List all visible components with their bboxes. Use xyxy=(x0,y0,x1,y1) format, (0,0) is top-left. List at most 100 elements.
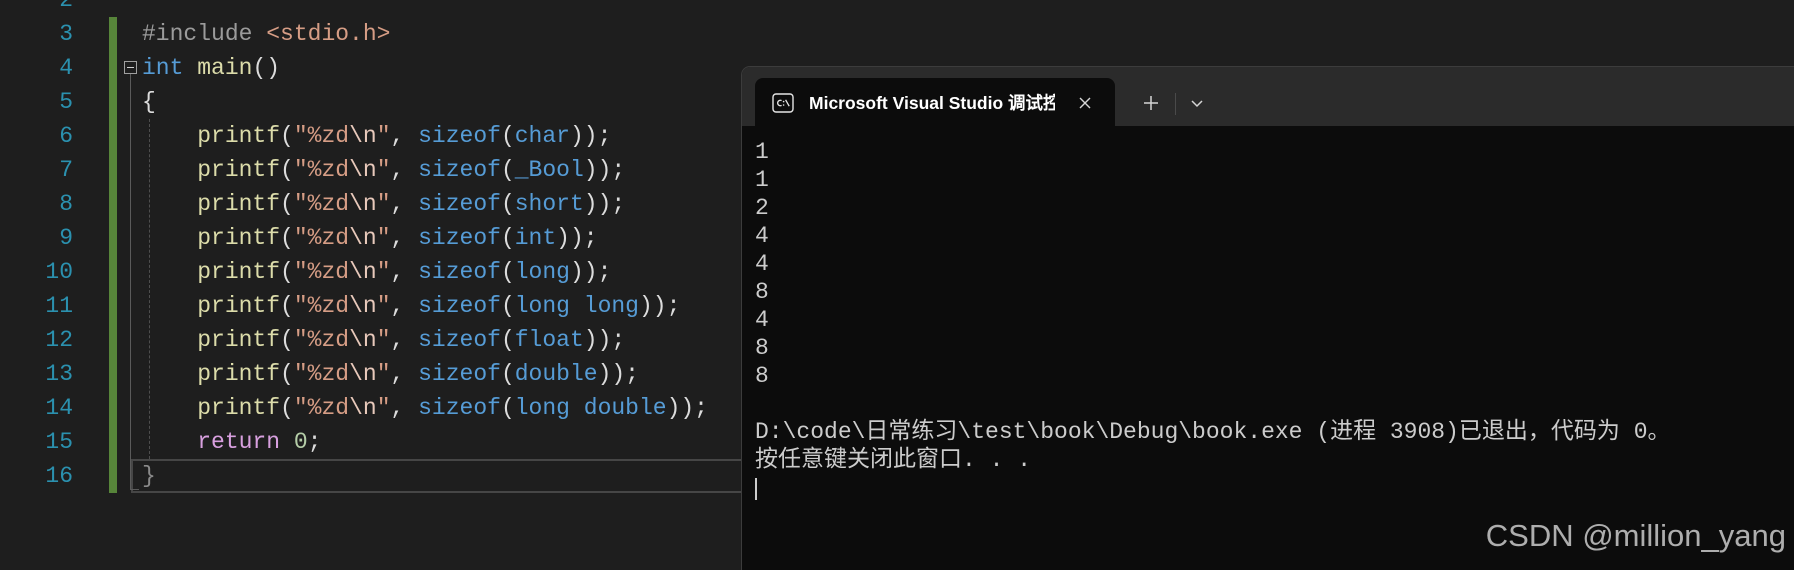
code-line[interactable]: 13 printf("%zd\n", sizeof(double)); xyxy=(0,357,708,391)
code-token-keyword: sizeof xyxy=(418,191,501,217)
code-line[interactable]: 9 printf("%zd\n", sizeof(int)); xyxy=(0,221,708,255)
code-token-keyword: short xyxy=(514,191,584,217)
code-line[interactable]: 10 printf("%zd\n", sizeof(long)); xyxy=(0,255,708,289)
code-token-punct: ( xyxy=(280,327,294,353)
code-text[interactable]: return 0; xyxy=(142,425,321,459)
code-text[interactable]: printf("%zd\n", sizeof(long)); xyxy=(142,255,611,289)
code-line[interactable]: 7 printf("%zd\n", sizeof(_Bool)); xyxy=(0,153,708,187)
console-tab[interactable]: Microsoft Visual Studio 调试控 xyxy=(755,78,1115,126)
code-text[interactable]: printf("%zd\n", sizeof(_Bool)); xyxy=(142,153,625,187)
console-line: 按任意键关闭此窗口. . . xyxy=(755,447,1032,473)
console-window[interactable]: Microsoft Visual Studio 调试控 1 1 2 4 4 8 4 8 8 D:\… xyxy=(741,66,1794,570)
watermark: CSDN @million_yang xyxy=(1485,518,1786,553)
code-token-punct: , xyxy=(390,123,419,149)
code-token-keyword: sizeof xyxy=(418,157,501,183)
code-line[interactable]: 16} xyxy=(0,459,708,493)
console-line: 4 xyxy=(755,223,769,249)
code-lines[interactable]: 2 3 #include <stdio.h> 4 int main() 5{6 print… xyxy=(0,0,708,493)
line-number: 5 xyxy=(59,89,73,115)
text-cursor xyxy=(755,478,757,500)
code-token-escape: \n xyxy=(349,293,377,319)
code-token-punct: ( xyxy=(500,123,515,149)
code-token-keyword: long long xyxy=(514,293,639,319)
code-line[interactable]: 12 printf("%zd\n", sizeof(float)); xyxy=(0,323,708,357)
console-line: 4 xyxy=(755,251,769,277)
code-line[interactable]: 2 xyxy=(0,0,708,17)
code-text[interactable]: printf("%zd\n", sizeof(char)); xyxy=(142,119,611,153)
code-line[interactable]: 4 int main() xyxy=(0,51,708,85)
code-token-string: " xyxy=(376,259,391,285)
code-line[interactable]: 6 printf("%zd\n", sizeof(char)); xyxy=(0,119,708,153)
code-token-escape: \n xyxy=(349,191,377,217)
code-text[interactable]: printf("%zd\n", sizeof(float)); xyxy=(142,323,625,357)
line-number: 15 xyxy=(45,429,73,455)
code-token-string: " xyxy=(376,293,391,319)
code-text[interactable]: } xyxy=(142,459,156,493)
code-token-punct: ( xyxy=(500,395,515,421)
code-token-string: "%zd xyxy=(293,327,350,353)
line-number: 4 xyxy=(59,55,73,81)
code-token-string: " xyxy=(376,361,391,387)
code-text[interactable]: printf("%zd\n", sizeof(long double)); xyxy=(142,391,708,425)
code-token-punct: , xyxy=(390,225,419,251)
code-token-punct: , xyxy=(390,327,419,353)
console-output[interactable]: 1 1 2 4 4 8 4 8 8 D:\code\日常练习\test\book\Debug\bo… xyxy=(742,126,1794,570)
console-line: 8 xyxy=(755,335,769,361)
code-token-string: "%zd xyxy=(293,361,350,387)
code-line[interactable]: 15 return 0; xyxy=(0,425,708,459)
code-token-string: "%zd xyxy=(293,293,350,319)
code-token-preproc: #include xyxy=(142,21,253,47)
code-token-punct: )); xyxy=(583,191,626,217)
code-token-punct: ( xyxy=(280,293,294,319)
code-token-punct: ( xyxy=(500,191,515,217)
code-token-punct: ( xyxy=(280,123,294,149)
code-token-escape: \n xyxy=(349,157,377,183)
code-token-function: printf xyxy=(197,293,281,319)
close-icon[interactable] xyxy=(1077,95,1093,111)
code-text[interactable]: printf("%zd\n", sizeof(int)); xyxy=(142,221,598,255)
code-token-punct: )); xyxy=(583,327,626,353)
code-token-keyword: _Bool xyxy=(514,157,584,183)
code-token-punct: )); xyxy=(556,225,598,251)
code-text[interactable]: printf("%zd\n", sizeof(double)); xyxy=(142,357,639,391)
code-text[interactable]: printf("%zd\n", sizeof(long long)); xyxy=(142,289,680,323)
line-number: 10 xyxy=(45,259,73,285)
code-text[interactable]: { xyxy=(142,85,156,119)
code-token-punct: ( xyxy=(500,293,515,319)
code-line[interactable]: 11 printf("%zd\n", sizeof(long long)); xyxy=(0,289,708,323)
code-token-punct: ( xyxy=(280,225,294,251)
line-number: 3 xyxy=(59,21,73,47)
code-text[interactable]: printf("%zd\n", sizeof(short)); xyxy=(142,187,625,221)
line-number: 8 xyxy=(59,191,73,217)
console-line: 1 xyxy=(755,167,769,193)
code-token-escape: \n xyxy=(349,395,377,421)
code-text[interactable]: #include <stdio.h> xyxy=(142,17,390,51)
line-number: 14 xyxy=(45,395,73,421)
code-token-escape: \n xyxy=(349,361,377,387)
line-number: 11 xyxy=(45,293,73,319)
code-line[interactable]: 5{ xyxy=(0,85,708,119)
code-token-punct: ( xyxy=(280,259,294,285)
code-token-keyword: sizeof xyxy=(418,123,501,149)
chevron-down-icon[interactable] xyxy=(1190,98,1204,108)
plus-icon[interactable] xyxy=(1142,94,1160,112)
code-token-punct: ( xyxy=(500,225,515,251)
code-token-punct: ( xyxy=(280,191,294,217)
code-token-punct: ( xyxy=(280,361,294,387)
code-token-string: " xyxy=(376,123,391,149)
console-tab-title: Microsoft Visual Studio 调试控 xyxy=(809,93,1055,113)
code-token-keyword: int xyxy=(514,225,557,251)
code-text[interactable]: int main() xyxy=(142,51,280,85)
code-line[interactable]: 3 #include <stdio.h> xyxy=(0,17,708,51)
code-line[interactable]: 8 printf("%zd\n", sizeof(short)); xyxy=(0,187,708,221)
code-line[interactable]: 14 printf("%zd\n", sizeof(long double)); xyxy=(0,391,708,425)
console-input-line[interactable] xyxy=(755,474,1794,502)
